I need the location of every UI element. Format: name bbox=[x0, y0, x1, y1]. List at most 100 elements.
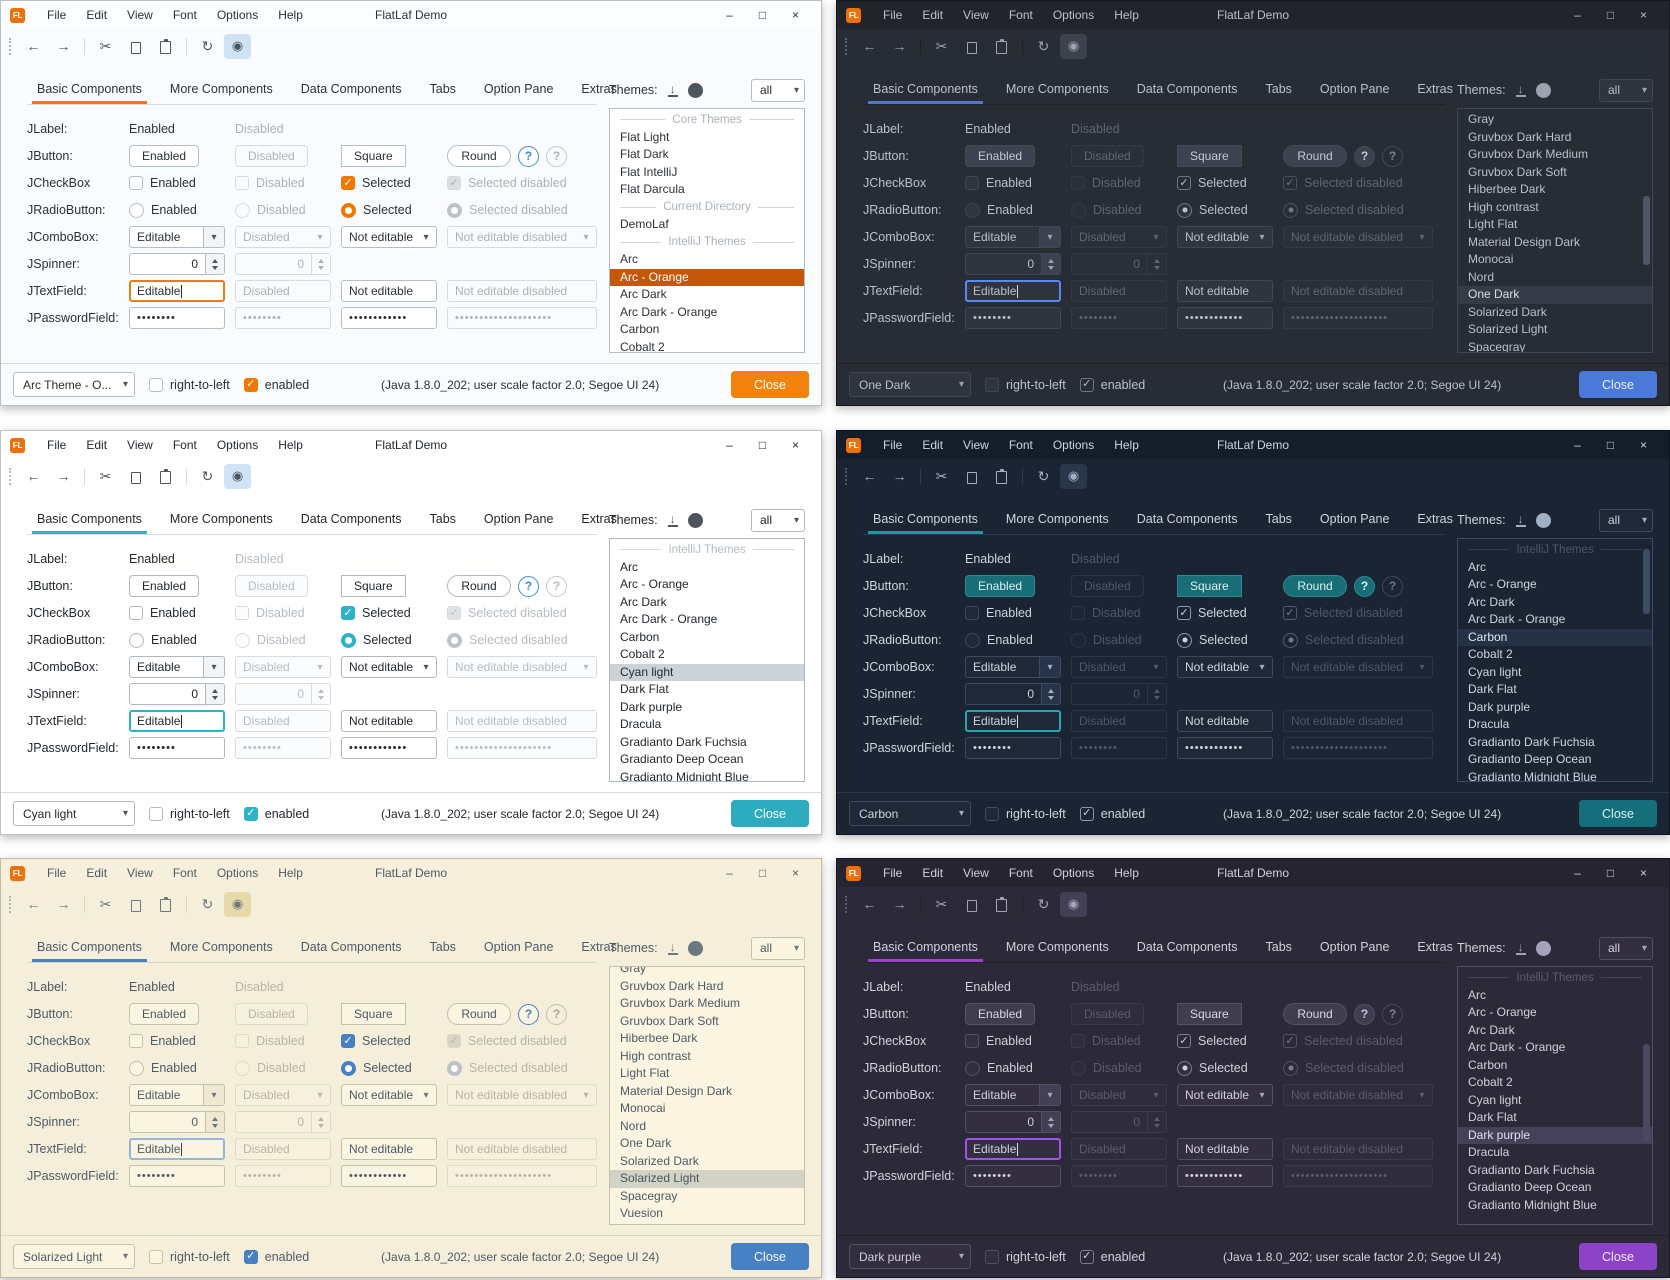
close-button[interactable]: Close bbox=[1579, 371, 1657, 398]
combo-editable[interactable]: Editable▾ bbox=[965, 226, 1061, 248]
enabled-button[interactable]: Enabled bbox=[129, 1003, 199, 1025]
combo-not-editable[interactable]: Not editable▾ bbox=[341, 656, 437, 678]
tab-option-pane[interactable]: Option Pane bbox=[1310, 933, 1400, 962]
checkbox-disabled[interactable]: Disabled bbox=[235, 176, 305, 190]
checkbox-disabled[interactable]: Disabled bbox=[1071, 606, 1141, 620]
radio-disabled[interactable]: Disabled bbox=[235, 633, 306, 648]
theme-list-item[interactable]: Vuesion bbox=[610, 1205, 804, 1223]
theme-list-item[interactable]: Dracula bbox=[610, 716, 804, 734]
theme-list-item[interactable]: Gruvbox Dark Hard bbox=[610, 978, 804, 996]
theme-list-item[interactable]: Gradianto Dark Fuchsia bbox=[610, 734, 804, 752]
tab-tabs[interactable]: Tabs bbox=[420, 75, 466, 104]
theme-list-item[interactable]: Cyan light bbox=[1458, 664, 1652, 682]
menu-font[interactable]: Font bbox=[163, 859, 207, 887]
toolbar-grip-icon[interactable] bbox=[9, 468, 11, 485]
close-window-icon[interactable]: × bbox=[1627, 1, 1660, 29]
eye-icon[interactable]: ◉ bbox=[1060, 892, 1087, 917]
copy-icon[interactable] bbox=[958, 892, 985, 917]
maximize-icon[interactable]: □ bbox=[1594, 431, 1627, 459]
combo-editable[interactable]: Editable▾ bbox=[965, 1084, 1061, 1106]
refresh-icon[interactable]: ↻ bbox=[1030, 464, 1057, 489]
theme-list-item[interactable]: Hiberbee Dark bbox=[610, 1030, 804, 1048]
theme-list-item[interactable]: Arc - Orange bbox=[1458, 576, 1652, 594]
spinner[interactable]: 0 bbox=[129, 1111, 225, 1133]
theme-list-item[interactable]: Dark purple bbox=[1458, 699, 1652, 717]
checkbox-selected[interactable]: Selected bbox=[1177, 176, 1247, 190]
checkbox-selected-disabled[interactable]: Selected disabled bbox=[1283, 606, 1403, 620]
combo-editable[interactable]: Editable▾ bbox=[965, 656, 1061, 678]
theme-combo[interactable]: Cyan light ▾ bbox=[13, 801, 135, 826]
combo-not-editable[interactable]: Not editable▾ bbox=[341, 1084, 437, 1106]
theme-list-item[interactable]: Arc Dark bbox=[1458, 1022, 1652, 1040]
enabled-checkbox[interactable]: enabled bbox=[1080, 378, 1146, 392]
square-button[interactable]: Square bbox=[1177, 145, 1242, 167]
menu-edit[interactable]: Edit bbox=[76, 859, 117, 887]
text-disabled-field[interactable]: Disabled bbox=[1071, 280, 1167, 302]
radio-selected-disabled[interactable]: Selected disabled bbox=[1283, 1061, 1404, 1076]
text-editable-field[interactable]: Editable bbox=[965, 1138, 1061, 1160]
checkbox-selected[interactable]: Selected bbox=[341, 606, 411, 620]
themes-list[interactable]: IntelliJ ThemesArcArc - OrangeArc DarkAr… bbox=[609, 538, 805, 782]
radio-disabled[interactable]: Disabled bbox=[1071, 203, 1142, 218]
square-button[interactable]: Square bbox=[1177, 575, 1242, 597]
close-window-icon[interactable]: × bbox=[779, 859, 812, 887]
copy-icon[interactable] bbox=[122, 892, 149, 917]
theme-filter-combo[interactable]: all ▾ bbox=[751, 79, 805, 102]
radio-selected[interactable]: Selected bbox=[1177, 203, 1248, 218]
maximize-icon[interactable]: □ bbox=[1594, 1, 1627, 29]
spinner[interactable]: 0 bbox=[129, 683, 225, 705]
checkbox-selected[interactable]: Selected bbox=[341, 1034, 411, 1048]
menu-edit[interactable]: Edit bbox=[76, 431, 117, 459]
combo-disabled[interactable]: Disabled▾ bbox=[1071, 1084, 1167, 1106]
checkbox-enabled[interactable]: Enabled bbox=[965, 176, 1032, 190]
password-editable-field[interactable]: •••••••• bbox=[965, 307, 1061, 329]
back-icon[interactable]: ← bbox=[20, 34, 47, 59]
theme-list-item[interactable]: Arc Dark bbox=[610, 594, 804, 612]
github-icon[interactable] bbox=[1536, 83, 1551, 98]
enabled-checkbox[interactable]: enabled bbox=[244, 807, 310, 821]
close-window-icon[interactable]: × bbox=[779, 431, 812, 459]
menu-options[interactable]: Options bbox=[1043, 1, 1104, 29]
radio-enabled[interactable]: Enabled bbox=[965, 633, 1033, 648]
tab-basic-components[interactable]: Basic Components bbox=[27, 75, 152, 104]
menu-file[interactable]: File bbox=[873, 859, 912, 887]
github-icon[interactable] bbox=[688, 83, 703, 98]
spinner-disabled[interactable]: 0 bbox=[235, 1111, 331, 1133]
text-not-editable-field[interactable]: Not editable bbox=[341, 280, 437, 302]
tab-more-components[interactable]: More Components bbox=[160, 933, 283, 962]
text-not-editable-disabled-field[interactable]: Not editable disabled bbox=[1283, 710, 1433, 732]
theme-list-item[interactable]: Arc Dark bbox=[610, 286, 804, 304]
theme-list-item[interactable]: Flat IntelliJ bbox=[610, 164, 804, 182]
menu-view[interactable]: View bbox=[953, 431, 999, 459]
forward-icon[interactable]: → bbox=[50, 892, 77, 917]
copy-icon[interactable] bbox=[958, 464, 985, 489]
tab-option-pane[interactable]: Option Pane bbox=[474, 75, 564, 104]
radio-enabled[interactable]: Enabled bbox=[129, 203, 197, 218]
combo-disabled[interactable]: Disabled▾ bbox=[1071, 226, 1167, 248]
theme-list-item[interactable]: Monocai bbox=[1458, 251, 1652, 269]
text-not-editable-disabled-field[interactable]: Not editable disabled bbox=[447, 710, 597, 732]
menu-file[interactable]: File bbox=[37, 431, 76, 459]
cut-icon[interactable]: ✂ bbox=[928, 34, 955, 59]
theme-list-item[interactable]: Gruvbox Dark Medium bbox=[1458, 146, 1652, 164]
checkbox-selected-disabled[interactable]: Selected disabled bbox=[447, 176, 567, 190]
toolbar-grip-icon[interactable] bbox=[845, 468, 847, 485]
scrollbar-thumb[interactable] bbox=[1643, 196, 1650, 264]
text-not-editable-field[interactable]: Not editable bbox=[341, 1138, 437, 1160]
menu-view[interactable]: View bbox=[953, 859, 999, 887]
password-editable-field[interactable]: •••••••• bbox=[129, 737, 225, 759]
theme-list-item[interactable]: Gradianto Midnight Blue bbox=[610, 769, 804, 783]
tab-extras[interactable]: Extras bbox=[1407, 933, 1462, 962]
radio-enabled[interactable]: Enabled bbox=[965, 203, 1033, 218]
menu-font[interactable]: Font bbox=[163, 431, 207, 459]
spinner-disabled[interactable]: 0 bbox=[1071, 1111, 1167, 1133]
refresh-icon[interactable]: ↻ bbox=[194, 892, 221, 917]
theme-list-item[interactable]: Cyan light bbox=[610, 664, 804, 682]
tab-option-pane[interactable]: Option Pane bbox=[1310, 505, 1400, 534]
theme-list-item[interactable]: Hiberbee Dark bbox=[1458, 181, 1652, 199]
enabled-button[interactable]: Enabled bbox=[965, 145, 1035, 167]
enabled-checkbox[interactable]: enabled bbox=[1080, 807, 1146, 821]
menu-help[interactable]: Help bbox=[268, 431, 313, 459]
menu-edit[interactable]: Edit bbox=[76, 1, 117, 29]
checkbox-selected[interactable]: Selected bbox=[1177, 606, 1247, 620]
